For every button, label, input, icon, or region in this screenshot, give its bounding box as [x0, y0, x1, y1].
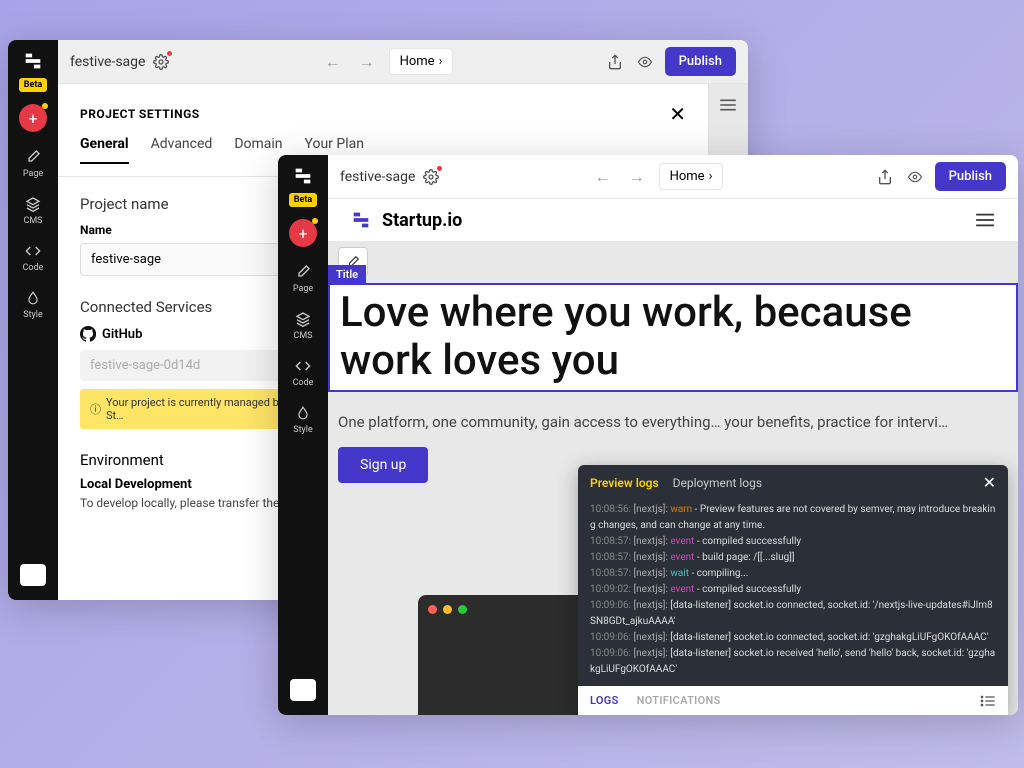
sidebar-item-code[interactable]: Code — [23, 242, 44, 273]
hamburger-icon[interactable] — [974, 212, 996, 228]
editor-main: festive-sage ← → Home › Publish S — [328, 155, 1018, 715]
window-editor: Beta + Page CMS Code Style festive-sage — [278, 155, 1018, 715]
layers-icon — [24, 195, 42, 213]
hero-title[interactable]: Love where you work, because work loves … — [330, 285, 1016, 390]
sidebar-label: Page — [293, 284, 313, 294]
sidebar-label: CMS — [23, 216, 42, 226]
sidebar: Beta + Page CMS Code Style — [8, 40, 58, 600]
signup-button[interactable]: Sign up — [338, 447, 428, 483]
chat-icon[interactable] — [20, 564, 46, 586]
share-icon[interactable] — [605, 52, 625, 72]
github-label: GitHub — [102, 327, 142, 342]
sidebar-label: Code — [23, 263, 44, 273]
sidebar-item-style[interactable]: Style — [293, 404, 313, 435]
logs-panel: Preview logs Deployment logs ✕ 10:08:56:… — [578, 465, 1008, 715]
sidebar-label: CMS — [293, 331, 312, 341]
gear-icon[interactable] — [153, 54, 169, 70]
project-title: festive-sage — [70, 54, 169, 70]
managed-alert: ⓘ Your project is currently managed by S… — [80, 389, 300, 429]
add-button[interactable]: + — [19, 104, 47, 132]
window-dot-yellow — [443, 605, 452, 614]
eye-icon[interactable] — [905, 167, 925, 187]
sidebar-label: Style — [293, 425, 313, 435]
beta-badge: Beta — [19, 78, 47, 92]
breadcrumb-home[interactable]: Home › — [659, 163, 724, 190]
site-name: Startup.io — [382, 210, 462, 231]
code-icon — [24, 242, 42, 260]
nav-back-icon[interactable]: ← — [591, 165, 615, 189]
nav-back-icon[interactable]: ← — [321, 50, 345, 74]
gear-icon[interactable] — [423, 169, 439, 185]
breadcrumb-label: Home — [670, 169, 705, 184]
window-dot-red — [428, 605, 437, 614]
breadcrumb-home[interactable]: Home › — [389, 48, 454, 75]
project-name-text: festive-sage — [340, 169, 415, 185]
chevron-right-icon: › — [709, 169, 713, 184]
sidebar-item-page[interactable]: Page — [23, 148, 43, 179]
sidebar-item-code[interactable]: Code — [293, 357, 314, 388]
nav-forward-icon[interactable]: → — [625, 165, 649, 189]
add-button[interactable]: + — [289, 219, 317, 247]
site-header: Startup.io — [328, 199, 1018, 241]
sidebar-item-cms[interactable]: CMS — [293, 310, 312, 341]
nav-forward-icon[interactable]: → — [355, 50, 379, 74]
chevron-right-icon: › — [439, 54, 443, 69]
topbar: festive-sage ← → Home › Publish — [58, 40, 748, 84]
tab-domain[interactable]: Domain — [234, 136, 282, 164]
logs-tab-preview[interactable]: Preview logs — [590, 476, 659, 490]
sidebar-label: Page — [23, 169, 43, 179]
droplet-icon — [24, 289, 42, 307]
sidebar-label: Code — [293, 378, 314, 388]
sidebar-item-style[interactable]: Style — [23, 289, 43, 320]
publish-button[interactable]: Publish — [665, 47, 736, 76]
footer-tab-logs[interactable]: LOGS — [590, 694, 619, 707]
edit-toolbar — [328, 241, 1018, 283]
eye-icon[interactable] — [635, 52, 655, 72]
window-dot-green — [458, 605, 467, 614]
alert-text: Your project is currently managed by St… — [106, 396, 290, 422]
logs-tab-deployment[interactable]: Deployment logs — [673, 476, 762, 490]
close-icon[interactable]: ✕ — [669, 102, 686, 126]
settings-title: PROJECT SETTINGS — [80, 107, 200, 121]
beta-badge: Beta — [289, 193, 317, 207]
close-icon[interactable]: ✕ — [983, 473, 996, 492]
app-logo-icon — [20, 48, 46, 74]
pencil-icon — [24, 148, 42, 166]
repo-readonly: festive-sage-0d14d — [80, 350, 300, 381]
project-title: festive-sage — [340, 169, 439, 185]
chat-icon[interactable] — [290, 679, 316, 701]
project-name-input[interactable] — [80, 243, 300, 276]
list-icon[interactable] — [980, 695, 996, 707]
info-icon: ⓘ — [90, 401, 101, 417]
publish-button[interactable]: Publish — [935, 162, 1006, 191]
pencil-icon — [294, 263, 312, 281]
droplet-icon — [294, 404, 312, 422]
sidebar: Beta + Page CMS Code Style — [278, 155, 328, 715]
breadcrumb-label: Home — [400, 54, 435, 69]
project-name-text: festive-sage — [70, 54, 145, 70]
logs-body[interactable]: 10:08:56: [nextjs]: warn - Preview featu… — [578, 500, 1008, 686]
site-logo-icon — [350, 209, 372, 231]
layers-icon — [294, 310, 312, 328]
selection-tag: Title — [328, 265, 366, 284]
tab-advanced[interactable]: Advanced — [151, 136, 213, 164]
hero-subtitle[interactable]: One platform, one community, gain access… — [328, 404, 1018, 447]
app-logo-icon — [290, 163, 316, 189]
logs-footer: LOGS NOTIFICATIONS — [578, 686, 1008, 715]
code-icon — [294, 357, 312, 375]
share-icon[interactable] — [875, 167, 895, 187]
sidebar-item-page[interactable]: Page — [293, 263, 313, 294]
footer-tab-notifications[interactable]: NOTIFICATIONS — [637, 694, 721, 707]
tab-general[interactable]: General — [80, 136, 129, 164]
topbar: festive-sage ← → Home › Publish — [328, 155, 1018, 199]
selected-title-block[interactable]: Title Love where you work, because work … — [328, 283, 1018, 392]
github-icon — [80, 326, 96, 342]
sidebar-label: Style — [23, 310, 43, 320]
sidebar-item-cms[interactable]: CMS — [23, 195, 42, 226]
